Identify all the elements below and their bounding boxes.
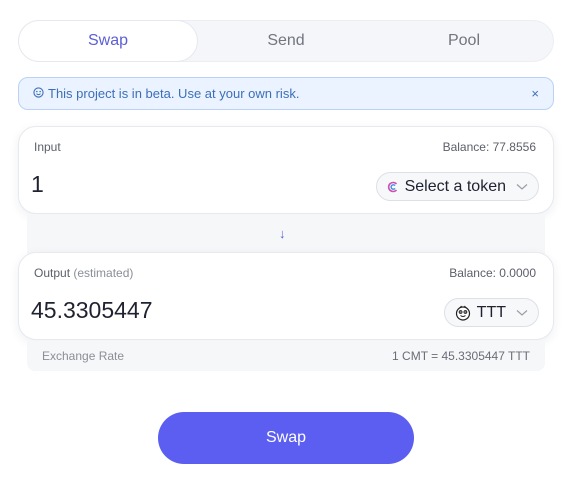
input-amount-field[interactable] xyxy=(31,171,331,198)
close-icon[interactable]: × xyxy=(529,86,541,101)
exchange-rate-row: Exchange Rate 1 CMT = 45.3305447 TTT xyxy=(27,341,545,371)
input-label: Input xyxy=(34,140,61,154)
tab-pool[interactable]: Pool xyxy=(375,21,553,61)
chevron-down-icon xyxy=(516,183,528,191)
output-amount-field[interactable] xyxy=(31,297,331,324)
beta-warning-banner: This project is in beta. Use at your own… xyxy=(18,77,554,110)
swap-button[interactable]: Swap xyxy=(158,412,414,464)
select-token-label: Select a token xyxy=(404,177,506,195)
arrow-down-icon[interactable]: ↓ xyxy=(279,226,286,241)
input-panel: Input Balance: 77.8556 Select a token xyxy=(18,126,554,214)
chevron-down-icon xyxy=(516,309,528,317)
smiley-icon xyxy=(33,86,44,101)
output-panel: Output (estimated) Balance: 0.0000 TTT xyxy=(18,252,554,340)
tab-swap[interactable]: Swap xyxy=(19,21,197,61)
tab-send[interactable]: Send xyxy=(197,21,375,61)
beta-warning-text: This project is in beta. Use at your own… xyxy=(48,86,300,101)
ttt-face-icon xyxy=(455,305,471,321)
tab-bar: Swap Send Pool xyxy=(18,20,554,62)
exchange-rate-value: 1 CMT = 45.3305447 TTT xyxy=(392,349,530,363)
output-balance: Balance: 0.0000 xyxy=(449,266,536,280)
select-token-button[interactable]: Select a token xyxy=(375,172,539,201)
output-label: Output (estimated) xyxy=(34,266,134,280)
output-label-note: (estimated) xyxy=(73,266,134,280)
output-token-button[interactable]: TTT xyxy=(443,298,539,327)
output-token-label: TTT xyxy=(476,303,506,321)
exchange-rate-label: Exchange Rate xyxy=(42,349,125,363)
token-logo-icon xyxy=(387,181,399,193)
swap-direction-strip xyxy=(27,214,545,254)
input-balance: Balance: 77.8556 xyxy=(442,140,536,154)
